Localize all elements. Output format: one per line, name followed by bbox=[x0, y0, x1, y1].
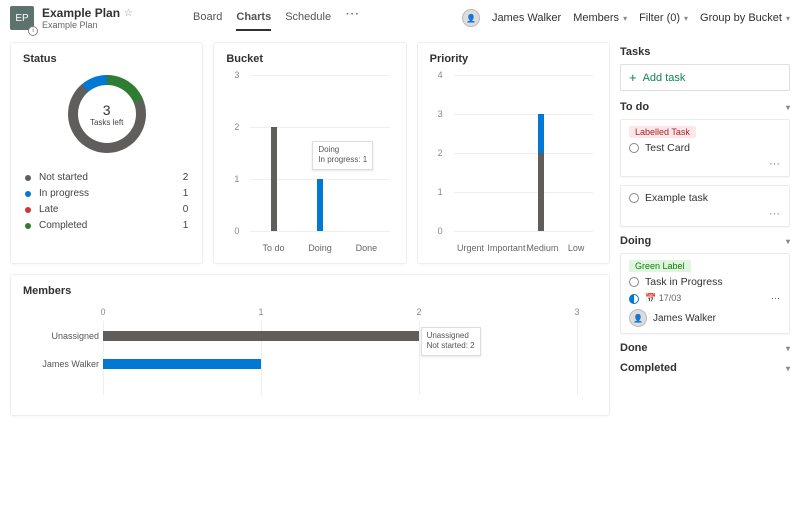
members-card: Members 0123UnassignedJames WalkerUnassi… bbox=[10, 274, 610, 416]
chevron-down-icon: ▾ bbox=[786, 344, 790, 353]
complete-circle-icon[interactable] bbox=[629, 277, 639, 287]
task-label-pill: Labelled Task bbox=[629, 126, 696, 138]
chevron-down-icon: ▾ bbox=[786, 237, 790, 246]
tasks-panel: Tasks + Add task To do▾ Labelled Task Tes… bbox=[620, 42, 790, 416]
task-more-icon[interactable]: ⋯ bbox=[629, 157, 781, 170]
tab-board[interactable]: Board bbox=[193, 5, 222, 31]
legend-value: 1 bbox=[183, 220, 189, 231]
progress-half-icon bbox=[629, 294, 639, 304]
chevron-down-icon: ▾ bbox=[786, 364, 790, 373]
status-title: Status bbox=[23, 53, 190, 65]
chevron-down-icon: ▾ bbox=[684, 14, 688, 23]
priority-card: Priority 01234UrgentImportantMediumLow bbox=[417, 42, 610, 264]
legend-label: In progress bbox=[39, 188, 89, 199]
status-card: Status 3 Tasks left Not started 2 In progr… bbox=[10, 42, 203, 264]
bucket-card: Bucket 0123DoingIn progress: 1To doDoing… bbox=[213, 42, 406, 264]
assignee-name: James Walker bbox=[653, 313, 716, 324]
tab-more-icon[interactable]: ⋯ bbox=[345, 5, 360, 31]
complete-circle-icon[interactable] bbox=[629, 143, 639, 153]
task-label-pill: Green Label bbox=[629, 260, 691, 272]
members-chart: 0123UnassignedJames WalkerUnassignedNot … bbox=[23, 305, 597, 405]
section-doing[interactable]: Doing▾ bbox=[620, 235, 790, 247]
chevron-down-icon: ▾ bbox=[786, 14, 790, 23]
header-right: 👤 James Walker Members▾ Filter (0)▾ Grou… bbox=[462, 9, 790, 27]
legend-label: Late bbox=[39, 204, 58, 215]
tab-charts[interactable]: Charts bbox=[236, 5, 271, 31]
status-donut: 3 Tasks left bbox=[68, 75, 146, 153]
section-completed[interactable]: Completed▾ bbox=[620, 362, 790, 374]
add-task-label: Add task bbox=[643, 72, 686, 84]
task-title: Task in Progress bbox=[645, 276, 723, 288]
priority-chart: 01234UrgentImportantMediumLow bbox=[430, 73, 597, 253]
chart-tooltip: UnassignedNot started: 2 bbox=[421, 327, 481, 356]
complete-circle-icon[interactable] bbox=[629, 193, 639, 203]
task-card[interactable]: Labelled Task Test Card ⋯ bbox=[620, 119, 790, 177]
info-badge-icon: i bbox=[28, 26, 38, 36]
task-title: Test Card bbox=[645, 142, 690, 154]
member-row-label: Unassigned bbox=[23, 331, 99, 341]
member-row-label: James Walker bbox=[23, 359, 99, 369]
legend-row: Completed 1 bbox=[25, 220, 188, 231]
chevron-down-icon: ▾ bbox=[623, 14, 627, 23]
plus-icon: + bbox=[629, 71, 637, 84]
task-card[interactable]: Example task ⋯ bbox=[620, 185, 790, 227]
plan-title: Example Plan bbox=[42, 6, 120, 20]
legend-dot-icon bbox=[25, 223, 31, 229]
section-todo[interactable]: To do▾ bbox=[620, 101, 790, 113]
calendar-icon: 📅 17/03 bbox=[645, 293, 681, 304]
legend-label: Not started bbox=[39, 172, 88, 183]
legend-dot-icon bbox=[25, 191, 31, 197]
legend-value: 1 bbox=[183, 188, 189, 199]
status-count: 3 bbox=[103, 102, 111, 118]
members-button[interactable]: Members▾ bbox=[573, 12, 627, 24]
app-header: EP i Example Plan ☆ Example Plan Board C… bbox=[0, 0, 800, 36]
status-legend: Not started 2 In progress 1 Late 0 Completed 1 bbox=[23, 167, 190, 236]
legend-value: 0 bbox=[183, 204, 189, 215]
bucket-title: Bucket bbox=[226, 53, 393, 65]
chevron-down-icon: ▾ bbox=[786, 103, 790, 112]
task-title: Example task bbox=[645, 192, 708, 204]
task-more-icon[interactable]: ⋯ bbox=[771, 293, 781, 304]
plan-title-block: Example Plan ☆ Example Plan bbox=[42, 6, 133, 30]
section-done[interactable]: Done▾ bbox=[620, 342, 790, 354]
legend-value: 2 bbox=[183, 172, 189, 183]
legend-row: In progress 1 bbox=[25, 188, 188, 199]
chart-tooltip: DoingIn progress: 1 bbox=[312, 141, 373, 170]
assignee-avatar: 👤 bbox=[629, 309, 647, 327]
user-avatar[interactable]: 👤 bbox=[462, 9, 480, 27]
add-task-button[interactable]: + Add task bbox=[620, 64, 790, 91]
filter-button[interactable]: Filter (0)▾ bbox=[639, 12, 688, 24]
legend-row: Late 0 bbox=[25, 204, 188, 215]
star-icon[interactable]: ☆ bbox=[124, 8, 133, 19]
plan-subtitle: Example Plan bbox=[42, 20, 133, 30]
group-button[interactable]: Group by Bucket▾ bbox=[700, 12, 790, 24]
plan-icon: EP i bbox=[10, 6, 34, 30]
tab-schedule[interactable]: Schedule bbox=[285, 5, 331, 31]
priority-title: Priority bbox=[430, 53, 597, 65]
task-more-icon[interactable]: ⋯ bbox=[629, 207, 781, 220]
task-card[interactable]: Green Label Task in Progress 📅 17/03 ⋯ 👤 Jame… bbox=[620, 253, 790, 334]
user-name: James Walker bbox=[492, 12, 561, 24]
status-count-label: Tasks left bbox=[90, 118, 123, 127]
tasks-heading: Tasks bbox=[620, 46, 790, 58]
legend-row: Not started 2 bbox=[25, 172, 188, 183]
nav-tabs: Board Charts Schedule ⋯ bbox=[193, 5, 360, 31]
legend-dot-icon bbox=[25, 207, 31, 213]
bucket-chart: 0123DoingIn progress: 1To doDoingDone bbox=[226, 73, 393, 253]
members-title: Members bbox=[23, 285, 597, 297]
legend-label: Completed bbox=[39, 220, 87, 231]
legend-dot-icon bbox=[25, 175, 31, 181]
